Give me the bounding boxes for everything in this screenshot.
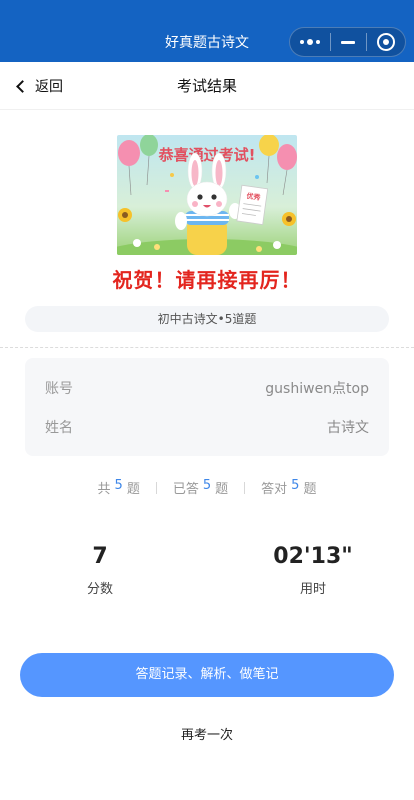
total-questions-stat: 共 5 题 [98,478,140,497]
correct-count: 5 [291,478,300,493]
account-value: gushiwen点top [265,381,369,397]
retake-exam-link[interactable]: 再考一次 [0,724,414,743]
name-label: 姓名 [45,420,73,436]
score-value: 7 [92,544,108,569]
score-label: 分数 [86,582,113,597]
total-prefix: 共 [97,482,111,497]
account-row: 账号 gushiwen点top [45,378,369,398]
close-target-icon[interactable] [367,28,405,56]
page-title: 考试结果 [176,77,237,95]
time-value: 02'13" [273,544,353,569]
banner-headline: 恭喜通过考试! [158,146,256,164]
time-block: 02'13" 用时 [243,543,383,597]
user-info-card: 账号 gushiwen点top 姓名 古诗文 [25,358,389,456]
question-stats: 共 5 题 已答 5 题 答对 5 题 [0,478,414,497]
exam-name-pill: 初中古诗文•5道题 [25,306,389,332]
minimize-icon[interactable] [331,28,367,56]
dashed-divider [0,347,414,348]
account-label: 账号 [45,381,73,397]
stat-divider [244,481,246,494]
mini-program-capsule [289,27,406,57]
answered-suffix: 题 [215,482,229,497]
bunny-with-certificate-illustration: 恭喜通过考试! 优秀 [117,135,297,255]
correct-stat: 答对 5 题 [261,478,316,497]
score-block: 7 分数 [30,543,170,597]
correct-suffix: 题 [303,482,317,497]
total-count: 5 [114,478,123,493]
answer-records-button[interactable]: 答题记录、解析、做笔记 [20,653,394,697]
answered-count: 5 [202,478,212,493]
answered-stat: 已答 5 题 [173,478,228,497]
answered-prefix: 已答 [172,482,199,497]
nav-bar: 返回 考试结果 [0,62,414,110]
time-label: 用时 [299,582,326,597]
name-row: 姓名 古诗文 [45,417,369,437]
stat-divider [155,481,157,494]
more-dots-icon[interactable] [290,28,330,56]
congrats-message: 祝贺！请再接再厉！ [112,268,302,292]
name-value: 古诗文 [327,420,369,436]
total-suffix: 题 [126,482,140,497]
correct-prefix: 答对 [261,482,288,497]
app-bar: 好真题古诗文 [0,0,414,62]
